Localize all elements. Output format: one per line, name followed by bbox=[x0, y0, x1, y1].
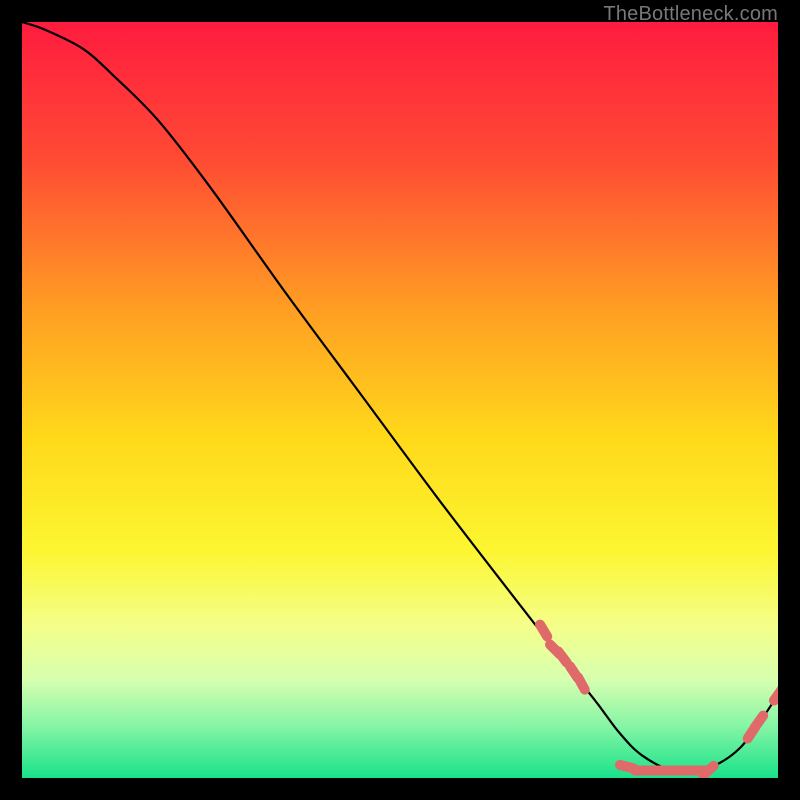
curve-marker bbox=[540, 625, 547, 637]
curve-marker bbox=[578, 677, 585, 689]
curve-marker bbox=[703, 766, 714, 775]
chart-stage: TheBottleneck.com bbox=[0, 0, 800, 800]
watermark-text: TheBottleneck.com bbox=[603, 3, 778, 26]
gradient-background bbox=[22, 22, 778, 778]
curve-marker bbox=[755, 716, 763, 727]
curve-marker bbox=[558, 651, 566, 662]
chart-plot bbox=[22, 22, 778, 778]
